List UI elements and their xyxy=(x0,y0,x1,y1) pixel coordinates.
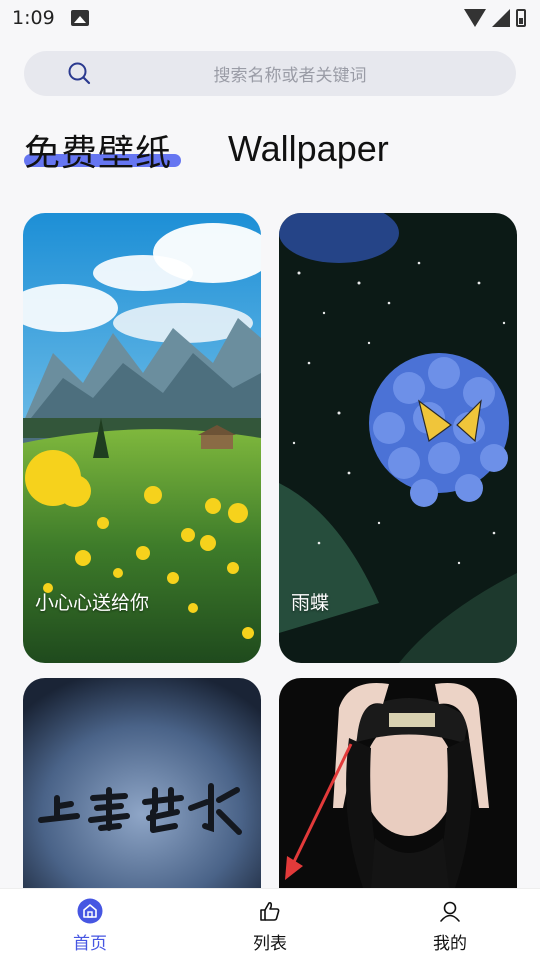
signal-icon xyxy=(492,9,510,27)
wallpaper-card-4[interactable] xyxy=(279,678,517,888)
wallpaper-card-2[interactable]: 雨蝶 xyxy=(279,213,517,663)
wallpaper-caption: 小心心送给你 xyxy=(35,592,150,614)
search-input[interactable]: 搜索名称或者关键词 xyxy=(24,61,516,86)
title-row: 免费壁纸 Wallpaper xyxy=(24,124,524,176)
battery-icon xyxy=(516,9,526,27)
photo-notification-icon xyxy=(70,10,89,26)
search-bar[interactable]: 搜索名称或者关键词 xyxy=(24,51,516,96)
tab-list[interactable]: 列表 xyxy=(180,889,360,960)
wifi-icon xyxy=(464,9,486,27)
status-icons xyxy=(464,9,526,27)
home-icon[interactable] xyxy=(77,898,103,924)
page-title-english: Wallpaper xyxy=(228,128,389,169)
wallpaper-caption: 雨蝶 xyxy=(291,592,330,614)
wallpaper-image-calligraphy xyxy=(23,678,261,888)
tab-label-home: 首页 xyxy=(73,934,107,954)
status-bar: 1:09 xyxy=(0,0,540,36)
wallpaper-image-portrait xyxy=(279,678,517,888)
tab-home[interactable]: 首页 xyxy=(0,889,180,960)
tab-label-list: 列表 xyxy=(253,934,287,954)
tab-mine[interactable]: 我的 xyxy=(360,889,540,960)
wallpaper-card-3[interactable] xyxy=(23,678,261,888)
page-title-chinese: 免费壁纸 xyxy=(24,133,173,174)
wallpaper-card-1[interactable]: 小心心送给你 xyxy=(23,213,261,663)
thumbs-up-icon[interactable] xyxy=(257,898,283,924)
bottom-tab-bar: 首页 列表 我的 xyxy=(0,888,540,960)
status-time: 1:09 xyxy=(12,7,55,29)
tab-label-mine: 我的 xyxy=(433,934,467,954)
user-icon[interactable] xyxy=(437,898,463,924)
